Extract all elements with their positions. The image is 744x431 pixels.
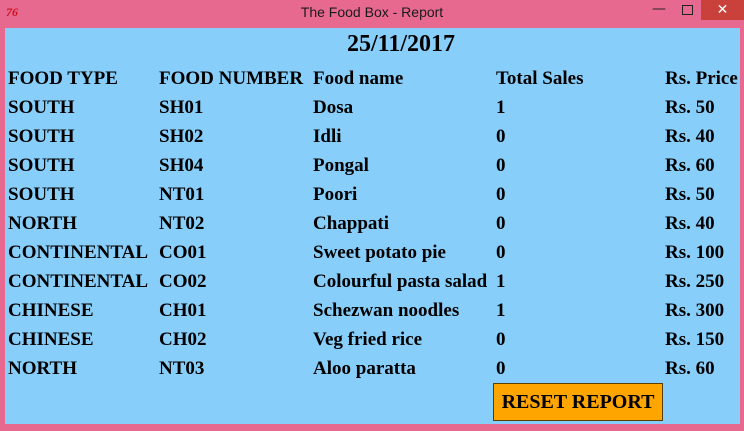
cell-food-name: Sweet potato pie	[313, 242, 446, 263]
header-food-type: FOOD TYPE	[8, 68, 118, 89]
minimize-button[interactable]: —	[646, 0, 672, 20]
cell-price: Rs. 150	[665, 329, 725, 350]
cell-total-sales: 0	[496, 242, 506, 263]
cell-food-name: Colourful pasta salad	[313, 271, 488, 292]
header-food-number: FOOD NUMBER	[159, 68, 304, 89]
report-date: 25/11/2017	[346, 31, 455, 57]
report-panel: 25/11/2017 FOOD TYPE FOOD NUMBER Food na…	[5, 28, 740, 424]
cell-total-sales: 0	[496, 155, 506, 176]
cell-food-number: CO01	[159, 242, 207, 263]
cell-food-type: SOUTH	[8, 184, 75, 205]
minimize-icon: —	[652, 1, 666, 17]
cell-total-sales: 1	[496, 97, 506, 118]
cell-price: Rs. 60	[665, 358, 715, 379]
cell-food-number: CH02	[159, 329, 207, 350]
cell-total-sales: 0	[496, 213, 506, 234]
cell-price: Rs. 50	[665, 184, 715, 205]
cell-total-sales: 0	[496, 329, 506, 350]
cell-food-name: Idli	[313, 126, 342, 147]
cell-total-sales: 1	[496, 271, 506, 292]
header-total-sales: Total Sales	[496, 68, 584, 89]
cell-price: Rs. 250	[665, 271, 725, 292]
cell-price: Rs. 300	[665, 300, 725, 321]
header-food-name: Food name	[313, 68, 404, 89]
close-icon: ✕	[716, 2, 729, 18]
maximize-icon	[682, 5, 693, 15]
cell-food-number: CH01	[159, 300, 207, 321]
cell-food-number: NT01	[159, 184, 205, 205]
cell-food-name: Aloo paratta	[313, 358, 416, 379]
close-button[interactable]: ✕	[701, 0, 744, 20]
cell-food-type: SOUTH	[8, 126, 75, 147]
cell-food-type: SOUTH	[8, 155, 75, 176]
cell-food-number: SH01	[159, 97, 204, 118]
cell-food-number: NT03	[159, 358, 205, 379]
cell-price: Rs. 40	[665, 126, 715, 147]
cell-price: Rs. 40	[665, 213, 715, 234]
cell-food-number: NT02	[159, 213, 205, 234]
cell-price: Rs. 60	[665, 155, 715, 176]
cell-food-type: CONTINENTAL	[8, 242, 149, 263]
cell-food-number: SH02	[159, 126, 204, 147]
cell-food-type: SOUTH	[8, 97, 75, 118]
cell-total-sales: 0	[496, 184, 506, 205]
cell-food-name: Chappati	[313, 213, 390, 234]
maximize-button[interactable]	[674, 0, 700, 20]
cell-food-number: CO02	[159, 271, 207, 292]
cell-food-name: Dosa	[313, 97, 354, 118]
reset-report-button[interactable]: RESET REPORT	[493, 383, 663, 421]
cell-food-number: SH04	[159, 155, 204, 176]
window-title: The Food Box - Report	[300, 4, 444, 20]
cell-total-sales: 0	[496, 126, 506, 147]
title-bar[interactable]: 76 The Food Box - Report — ✕	[0, 0, 744, 26]
cell-food-name: Poori	[313, 184, 358, 205]
cell-food-type: NORTH	[8, 358, 78, 379]
cell-total-sales: 0	[496, 358, 506, 379]
cell-price: Rs. 50	[665, 97, 715, 118]
header-price: Rs. Price	[665, 68, 738, 89]
cell-food-type: CHINESE	[8, 300, 94, 321]
cell-food-name: Pongal	[313, 155, 369, 176]
cell-food-type: CONTINENTAL	[8, 271, 149, 292]
cell-food-name: Veg fried rice	[313, 329, 423, 350]
cell-food-type: CHINESE	[8, 329, 94, 350]
cell-food-type: NORTH	[8, 213, 78, 234]
cell-food-name: Schezwan noodles	[313, 300, 460, 321]
cell-price: Rs. 100	[665, 242, 725, 263]
cell-total-sales: 1	[496, 300, 506, 321]
